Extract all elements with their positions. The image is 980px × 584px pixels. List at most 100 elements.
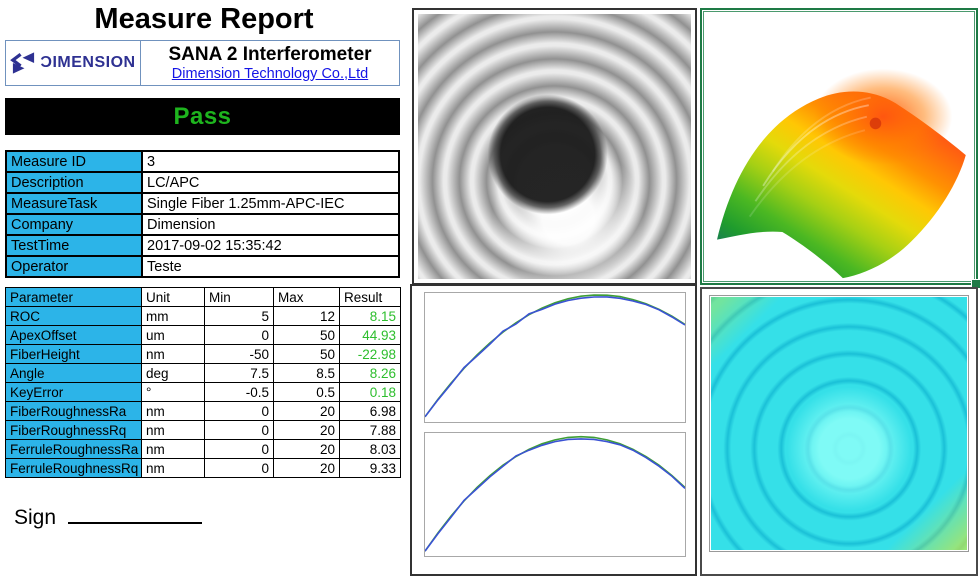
param-row: FiberHeightnm-5050-22.98	[6, 345, 401, 364]
param-unit-cell: °	[142, 383, 205, 402]
param-max-cell: 20	[274, 402, 340, 421]
brand-logo: ƆIMENSION	[6, 41, 141, 85]
param-unit-cell: nm	[142, 421, 205, 440]
param-min-cell: 0	[205, 459, 274, 478]
param-max-cell: 20	[274, 440, 340, 459]
param-name-cell: ApexOffset	[6, 326, 142, 345]
signature-row: Sign	[14, 502, 202, 530]
product-name: SANA 2 Interferometer	[168, 44, 371, 66]
param-row: FiberRoughnessRanm0206.98	[6, 402, 401, 421]
param-max-cell: 20	[274, 459, 340, 478]
param-unit-cell: nm	[142, 459, 205, 478]
company-link[interactable]: Dimension Technology Co.,Ltd	[172, 66, 368, 83]
param-result-cell: 8.15	[340, 307, 401, 326]
param-result-cell: 44.93	[340, 326, 401, 345]
profile-chart-x	[424, 292, 686, 423]
param-header-cell: Max	[274, 288, 340, 307]
param-header-cell: Min	[205, 288, 274, 307]
param-result-cell: 9.33	[340, 459, 401, 478]
profile-series-fit	[425, 295, 685, 417]
phase-map-image	[711, 297, 967, 550]
info-label-cell: Description	[6, 172, 142, 193]
info-label-cell: Measure ID	[6, 151, 142, 172]
param-name-cell: Angle	[6, 364, 142, 383]
info-value-cell: 2017-09-02 15:35:42	[142, 235, 399, 256]
param-row: ROCmm5128.15	[6, 307, 401, 326]
report-header-box: ƆIMENSION SANA 2 Interferometer Dimensio…	[5, 40, 400, 86]
param-row: FiberRoughnessRqnm0207.88	[6, 421, 401, 440]
param-result-cell: 7.88	[340, 421, 401, 440]
profile-chart-y	[424, 432, 686, 557]
profile-series-measured	[425, 297, 685, 417]
param-min-cell: 0	[205, 440, 274, 459]
info-value-cell: Dimension	[142, 214, 399, 235]
status-badge: Pass	[173, 103, 231, 131]
param-header-row: ParameterUnitMinMaxResult	[6, 288, 401, 307]
dimension-pinwheel-icon	[10, 51, 37, 75]
param-unit-cell: nm	[142, 345, 205, 364]
signature-line	[68, 502, 202, 524]
info-value-cell: Teste	[142, 256, 399, 277]
sign-label: Sign	[14, 506, 56, 529]
param-max-cell: 12	[274, 307, 340, 326]
surface-3d-panel[interactable]	[700, 8, 978, 285]
info-row: TestTime2017-09-02 15:35:42	[6, 235, 399, 256]
param-unit-cell: um	[142, 326, 205, 345]
param-row: FerruleRoughnessRanm0208.03	[6, 440, 401, 459]
param-result-cell: 0.18	[340, 383, 401, 402]
param-header-cell: Parameter	[6, 288, 142, 307]
page-title: Measure Report	[0, 0, 408, 36]
param-unit-cell: deg	[142, 364, 205, 383]
info-value-cell: 3	[142, 151, 399, 172]
profile-series-fit	[425, 437, 685, 551]
interferogram-panel[interactable]	[412, 8, 697, 285]
info-row: MeasureTaskSingle Fiber 1.25mm-APC-IEC	[6, 193, 399, 214]
param-min-cell: -0.5	[205, 383, 274, 402]
info-label-cell: MeasureTask	[6, 193, 142, 214]
param-result-cell: -22.98	[340, 345, 401, 364]
param-unit-cell: nm	[142, 402, 205, 421]
param-max-cell: 8.5	[274, 364, 340, 383]
info-row: CompanyDimension	[6, 214, 399, 235]
surface-3d-image	[705, 13, 973, 280]
param-min-cell: 7.5	[205, 364, 274, 383]
param-unit-cell: mm	[142, 307, 205, 326]
param-max-cell: 0.5	[274, 383, 340, 402]
info-value-cell: LC/APC	[142, 172, 399, 193]
param-result-cell: 6.98	[340, 402, 401, 421]
param-min-cell: 0	[205, 326, 274, 345]
parameter-result-table: ParameterUnitMinMaxResultROCmm5128.15Ape…	[5, 287, 401, 478]
interferogram-image	[418, 14, 691, 279]
info-label-cell: Operator	[6, 256, 142, 277]
param-result-cell: 8.26	[340, 364, 401, 383]
param-name-cell: KeyError	[6, 383, 142, 402]
param-row: Angledeg7.58.58.26	[6, 364, 401, 383]
param-max-cell: 50	[274, 345, 340, 364]
param-max-cell: 20	[274, 421, 340, 440]
param-name-cell: FerruleRoughnessRq	[6, 459, 142, 478]
param-unit-cell: nm	[142, 440, 205, 459]
param-min-cell: 0	[205, 421, 274, 440]
info-row: Measure ID3	[6, 151, 399, 172]
phase-map-panel[interactable]	[700, 287, 978, 576]
param-header-cell: Unit	[142, 288, 205, 307]
status-bar: Pass	[5, 98, 400, 135]
param-min-cell: 5	[205, 307, 274, 326]
info-label-cell: TestTime	[6, 235, 142, 256]
param-min-cell: 0	[205, 402, 274, 421]
param-name-cell: FiberRoughnessRq	[6, 421, 142, 440]
param-row: FerruleRoughnessRqnm0209.33	[6, 459, 401, 478]
param-min-cell: -50	[205, 345, 274, 364]
param-row: ApexOffsetum05044.93	[6, 326, 401, 345]
param-header-cell: Result	[340, 288, 401, 307]
info-row: DescriptionLC/APC	[6, 172, 399, 193]
info-value-cell: Single Fiber 1.25mm-APC-IEC	[142, 193, 399, 214]
phase-map-frame	[709, 295, 969, 552]
measure-info-table: Measure ID3DescriptionLC/APCMeasureTaskS…	[5, 150, 400, 278]
info-label-cell: Company	[6, 214, 142, 235]
param-result-cell: 8.03	[340, 440, 401, 459]
info-row: OperatorTeste	[6, 256, 399, 277]
profile-charts-panel[interactable]	[410, 284, 697, 576]
param-name-cell: FerruleRoughnessRa	[6, 440, 142, 459]
param-row: KeyError°-0.50.50.18	[6, 383, 401, 402]
